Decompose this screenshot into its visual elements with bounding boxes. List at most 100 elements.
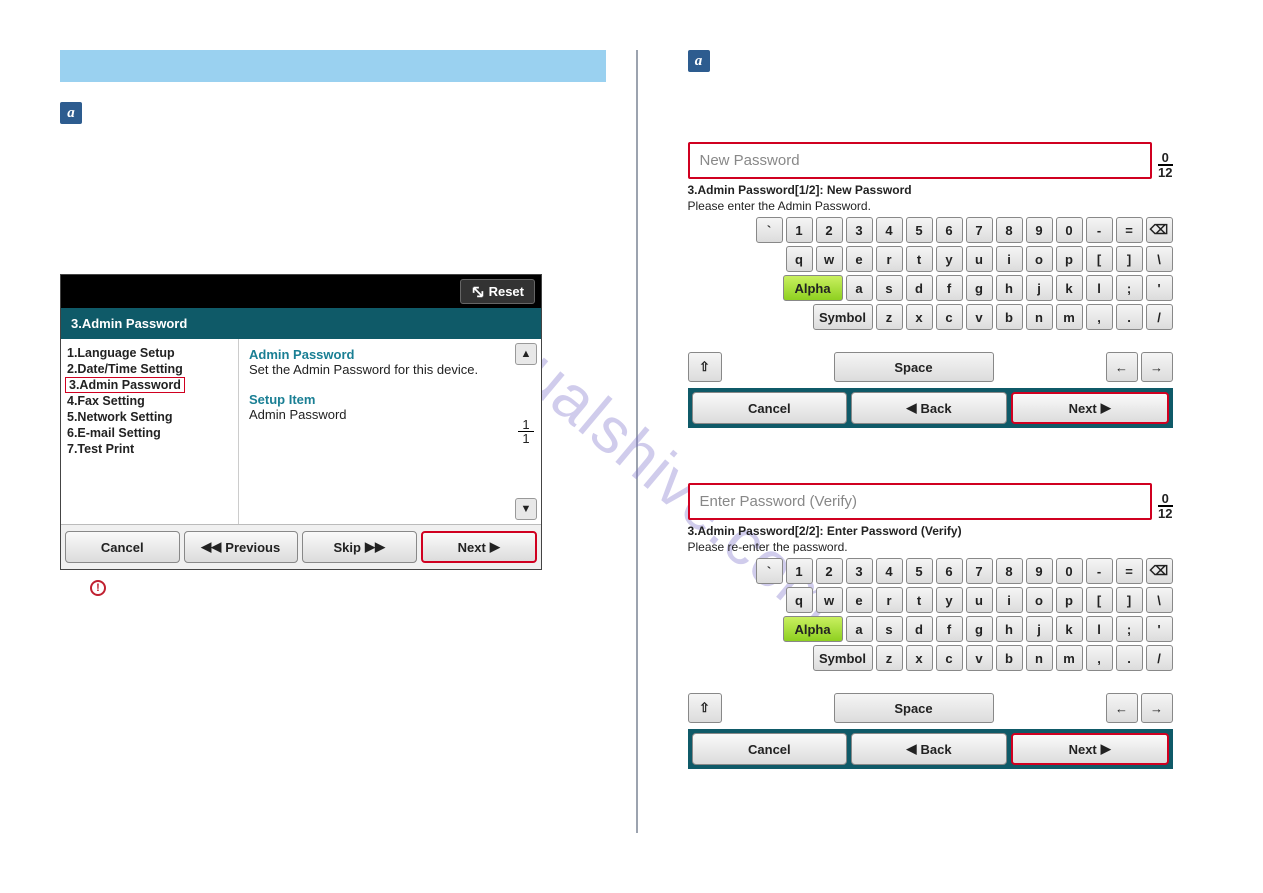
key-0[interactable]: 0 xyxy=(1056,558,1083,584)
key-u[interactable]: u xyxy=(966,587,993,613)
key-j[interactable]: j xyxy=(1026,275,1053,301)
skip-button[interactable]: Skip▶▶ xyxy=(302,531,417,563)
cancel-button[interactable]: Cancel xyxy=(692,392,848,424)
key-m[interactable]: m xyxy=(1056,304,1083,330)
key-2[interactable]: 2 xyxy=(816,558,843,584)
key-.[interactable]: . xyxy=(1116,645,1143,671)
verify-password-input[interactable]: Enter Password (Verify) xyxy=(688,483,1153,520)
key-0[interactable]: 0 xyxy=(1056,217,1083,243)
key-5[interactable]: 5 xyxy=(906,558,933,584)
key-7[interactable]: 7 xyxy=(966,217,993,243)
key-s[interactable]: s xyxy=(876,616,903,642)
key-e[interactable]: e xyxy=(846,587,873,613)
key-t[interactable]: t xyxy=(906,587,933,613)
key-d[interactable]: d xyxy=(906,275,933,301)
symbol-mode-button[interactable]: Symbol xyxy=(813,645,873,671)
key-h[interactable]: h xyxy=(996,616,1023,642)
key-q[interactable]: q xyxy=(786,246,813,272)
key-6[interactable]: 6 xyxy=(936,558,963,584)
key-1[interactable]: 1 xyxy=(786,217,813,243)
key-o[interactable]: o xyxy=(1026,587,1053,613)
back-button[interactable]: ◀Back xyxy=(851,392,1007,424)
key-9[interactable]: 9 xyxy=(1026,558,1053,584)
key-v[interactable]: v xyxy=(966,645,993,671)
key-b[interactable]: b xyxy=(996,304,1023,330)
wizard-step-5[interactable]: 5.Network Setting xyxy=(65,409,234,425)
key-o[interactable]: o xyxy=(1026,246,1053,272)
key-=[interactable]: = xyxy=(1116,217,1143,243)
cancel-button[interactable]: Cancel xyxy=(65,531,180,563)
key-x[interactable]: x xyxy=(906,304,933,330)
cursor-left-key[interactable]: ← xyxy=(1106,352,1138,382)
key-l[interactable]: l xyxy=(1086,275,1113,301)
alpha-mode-button[interactable]: Alpha xyxy=(783,616,843,642)
scroll-up-button[interactable]: ▲ xyxy=(515,343,537,365)
key-j[interactable]: j xyxy=(1026,616,1053,642)
key-6[interactable]: 6 xyxy=(936,217,963,243)
key-y[interactable]: y xyxy=(936,246,963,272)
key-k[interactable]: k xyxy=(1056,616,1083,642)
key-=[interactable]: = xyxy=(1116,558,1143,584)
next-button[interactable]: Next▶ xyxy=(1011,392,1169,424)
space-key[interactable]: Space xyxy=(834,693,994,723)
key-b[interactable]: b xyxy=(996,645,1023,671)
key-f[interactable]: f xyxy=(936,616,963,642)
key-l[interactable]: l xyxy=(1086,616,1113,642)
key-r[interactable]: r xyxy=(876,587,903,613)
key-t[interactable]: t xyxy=(906,246,933,272)
key-c[interactable]: c xyxy=(936,645,963,671)
key-z[interactable]: z xyxy=(876,304,903,330)
key-f[interactable]: f xyxy=(936,275,963,301)
key-i[interactable]: i xyxy=(996,246,1023,272)
key-4[interactable]: 4 xyxy=(876,558,903,584)
key-1[interactable]: 1 xyxy=(786,558,813,584)
key-g[interactable]: g xyxy=(966,616,993,642)
key--[interactable]: - xyxy=(1086,558,1113,584)
key-r[interactable]: r xyxy=(876,246,903,272)
key-\[interactable]: \ xyxy=(1146,587,1173,613)
key-/[interactable]: / xyxy=(1146,304,1173,330)
wizard-step-4[interactable]: 4.Fax Setting xyxy=(65,393,234,409)
key-n[interactable]: n xyxy=(1026,645,1053,671)
key-w[interactable]: w xyxy=(816,246,843,272)
key-s[interactable]: s xyxy=(876,275,903,301)
backspace-key[interactable]: ⌫ xyxy=(1146,558,1173,584)
cursor-left-key[interactable]: ← xyxy=(1106,693,1138,723)
key--[interactable]: - xyxy=(1086,217,1113,243)
key-h[interactable]: h xyxy=(996,275,1023,301)
cursor-right-key[interactable]: → xyxy=(1141,693,1173,723)
key-i[interactable]: i xyxy=(996,587,1023,613)
key-][interactable]: ] xyxy=(1116,587,1143,613)
key-z[interactable]: z xyxy=(876,645,903,671)
key-\[interactable]: \ xyxy=(1146,246,1173,272)
key-p[interactable]: p xyxy=(1056,587,1083,613)
shift-key[interactable]: ⇧ xyxy=(688,693,722,723)
key-e[interactable]: e xyxy=(846,246,873,272)
key-`[interactable]: ` xyxy=(756,217,783,243)
cursor-right-key[interactable]: → xyxy=(1141,352,1173,382)
key-`[interactable]: ` xyxy=(756,558,783,584)
key-9[interactable]: 9 xyxy=(1026,217,1053,243)
key-k[interactable]: k xyxy=(1056,275,1083,301)
key-;[interactable]: ; xyxy=(1116,275,1143,301)
key-n[interactable]: n xyxy=(1026,304,1053,330)
key-d[interactable]: d xyxy=(906,616,933,642)
key-y[interactable]: y xyxy=(936,587,963,613)
key-[[interactable]: [ xyxy=(1086,587,1113,613)
key-8[interactable]: 8 xyxy=(996,217,1023,243)
backspace-key[interactable]: ⌫ xyxy=(1146,217,1173,243)
key-c[interactable]: c xyxy=(936,304,963,330)
back-button[interactable]: ◀Back xyxy=(851,733,1007,765)
reset-button[interactable]: Reset xyxy=(460,279,535,304)
wizard-step-6[interactable]: 6.E-mail Setting xyxy=(65,425,234,441)
wizard-step-1[interactable]: 1.Language Setup xyxy=(65,345,234,361)
space-key[interactable]: Space xyxy=(834,352,994,382)
key-x[interactable]: x xyxy=(906,645,933,671)
key-8[interactable]: 8 xyxy=(996,558,1023,584)
wizard-step-3[interactable]: 3.Admin Password xyxy=(65,377,185,393)
key-4[interactable]: 4 xyxy=(876,217,903,243)
key-][interactable]: ] xyxy=(1116,246,1143,272)
key-3[interactable]: 3 xyxy=(846,558,873,584)
key-7[interactable]: 7 xyxy=(966,558,993,584)
cancel-button[interactable]: Cancel xyxy=(692,733,848,765)
